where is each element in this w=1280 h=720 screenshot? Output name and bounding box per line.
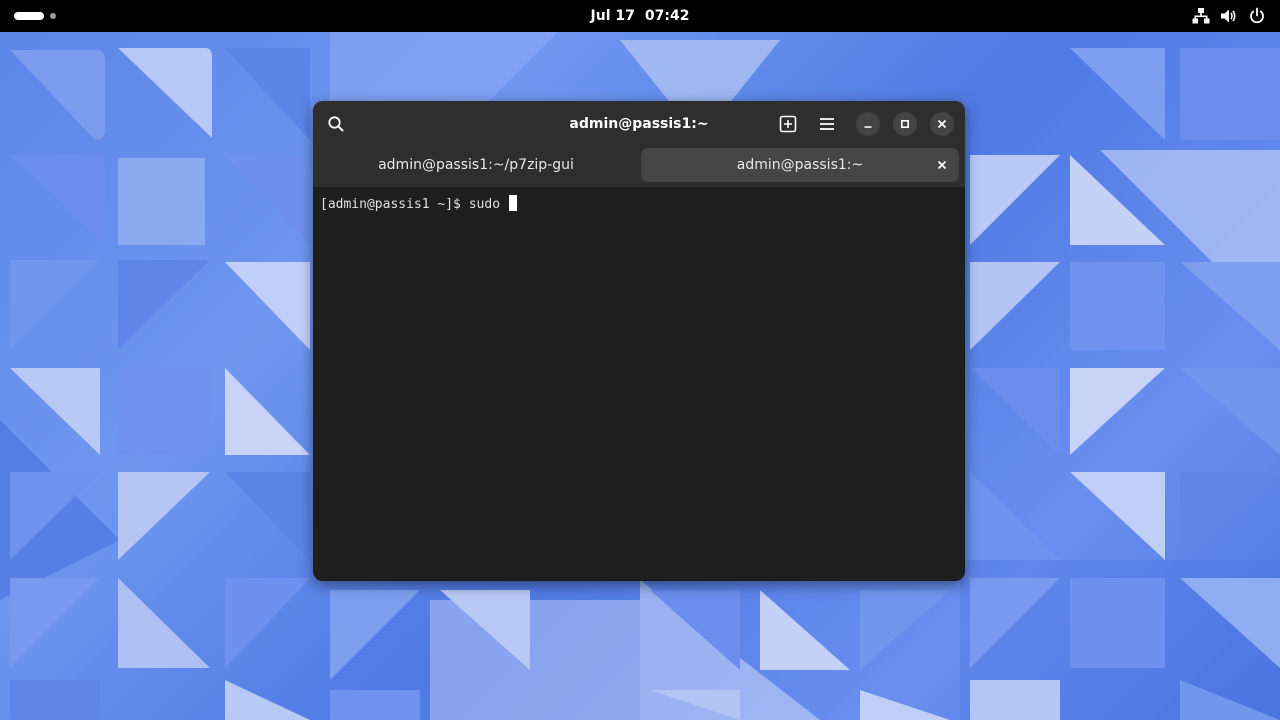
tab-label: admin@passis1:~/p7zip-gui — [378, 157, 574, 173]
terminal-headerbar[interactable]: admin@passis1:~ — [313, 101, 965, 147]
close-icon — [937, 119, 947, 129]
maximize-icon — [900, 119, 910, 129]
network-icon[interactable] — [1192, 7, 1210, 25]
clock-date: Jul 17 — [590, 8, 635, 24]
close-button[interactable] — [930, 112, 954, 136]
menu-button[interactable] — [814, 111, 840, 137]
new-tab-button[interactable] — [775, 111, 801, 137]
workspace-dot — [50, 13, 56, 19]
terminal-window[interactable]: admin@passis1:~ admin@passis1:~/p7zip-gu… — [313, 101, 965, 581]
activities-indicator[interactable] — [14, 10, 62, 22]
new-tab-icon — [779, 115, 797, 133]
tab-close-button[interactable] — [933, 156, 951, 174]
minimize-icon — [864, 126, 872, 128]
window-title: admin@passis1:~ — [569, 116, 709, 132]
tab-p7zip-gui[interactable]: admin@passis1:~/p7zip-gui — [319, 148, 633, 182]
clock[interactable]: Jul 17 07:42 — [540, 0, 740, 32]
maximize-button[interactable] — [893, 112, 917, 136]
system-tray[interactable] — [1192, 6, 1266, 26]
volume-icon[interactable] — [1220, 7, 1238, 25]
menu-icon — [820, 118, 834, 130]
tab-label: admin@passis1:~ — [736, 157, 864, 173]
terminal-output[interactable]: [admin@passis1 ~]$ sudo — [313, 187, 965, 581]
tab-bar: admin@passis1:~/p7zip-gui admin@passis1:… — [313, 147, 965, 187]
power-icon[interactable] — [1248, 7, 1266, 25]
search-icon — [328, 116, 344, 132]
typed-command: sudo — [468, 197, 508, 212]
close-icon — [937, 160, 947, 170]
prompt-line: [admin@passis1 ~]$ sudo — [320, 195, 517, 214]
workspace-active-pill — [14, 12, 44, 20]
search-button[interactable] — [323, 111, 349, 137]
text-cursor — [508, 195, 517, 211]
top-bar: Jul 17 07:42 — [0, 0, 1280, 32]
minimize-button[interactable] — [856, 112, 880, 136]
clock-time: 07:42 — [644, 8, 690, 24]
shell-prompt: [admin@passis1 ~]$ — [320, 197, 469, 212]
tab-home[interactable]: admin@passis1:~ — [641, 148, 959, 182]
